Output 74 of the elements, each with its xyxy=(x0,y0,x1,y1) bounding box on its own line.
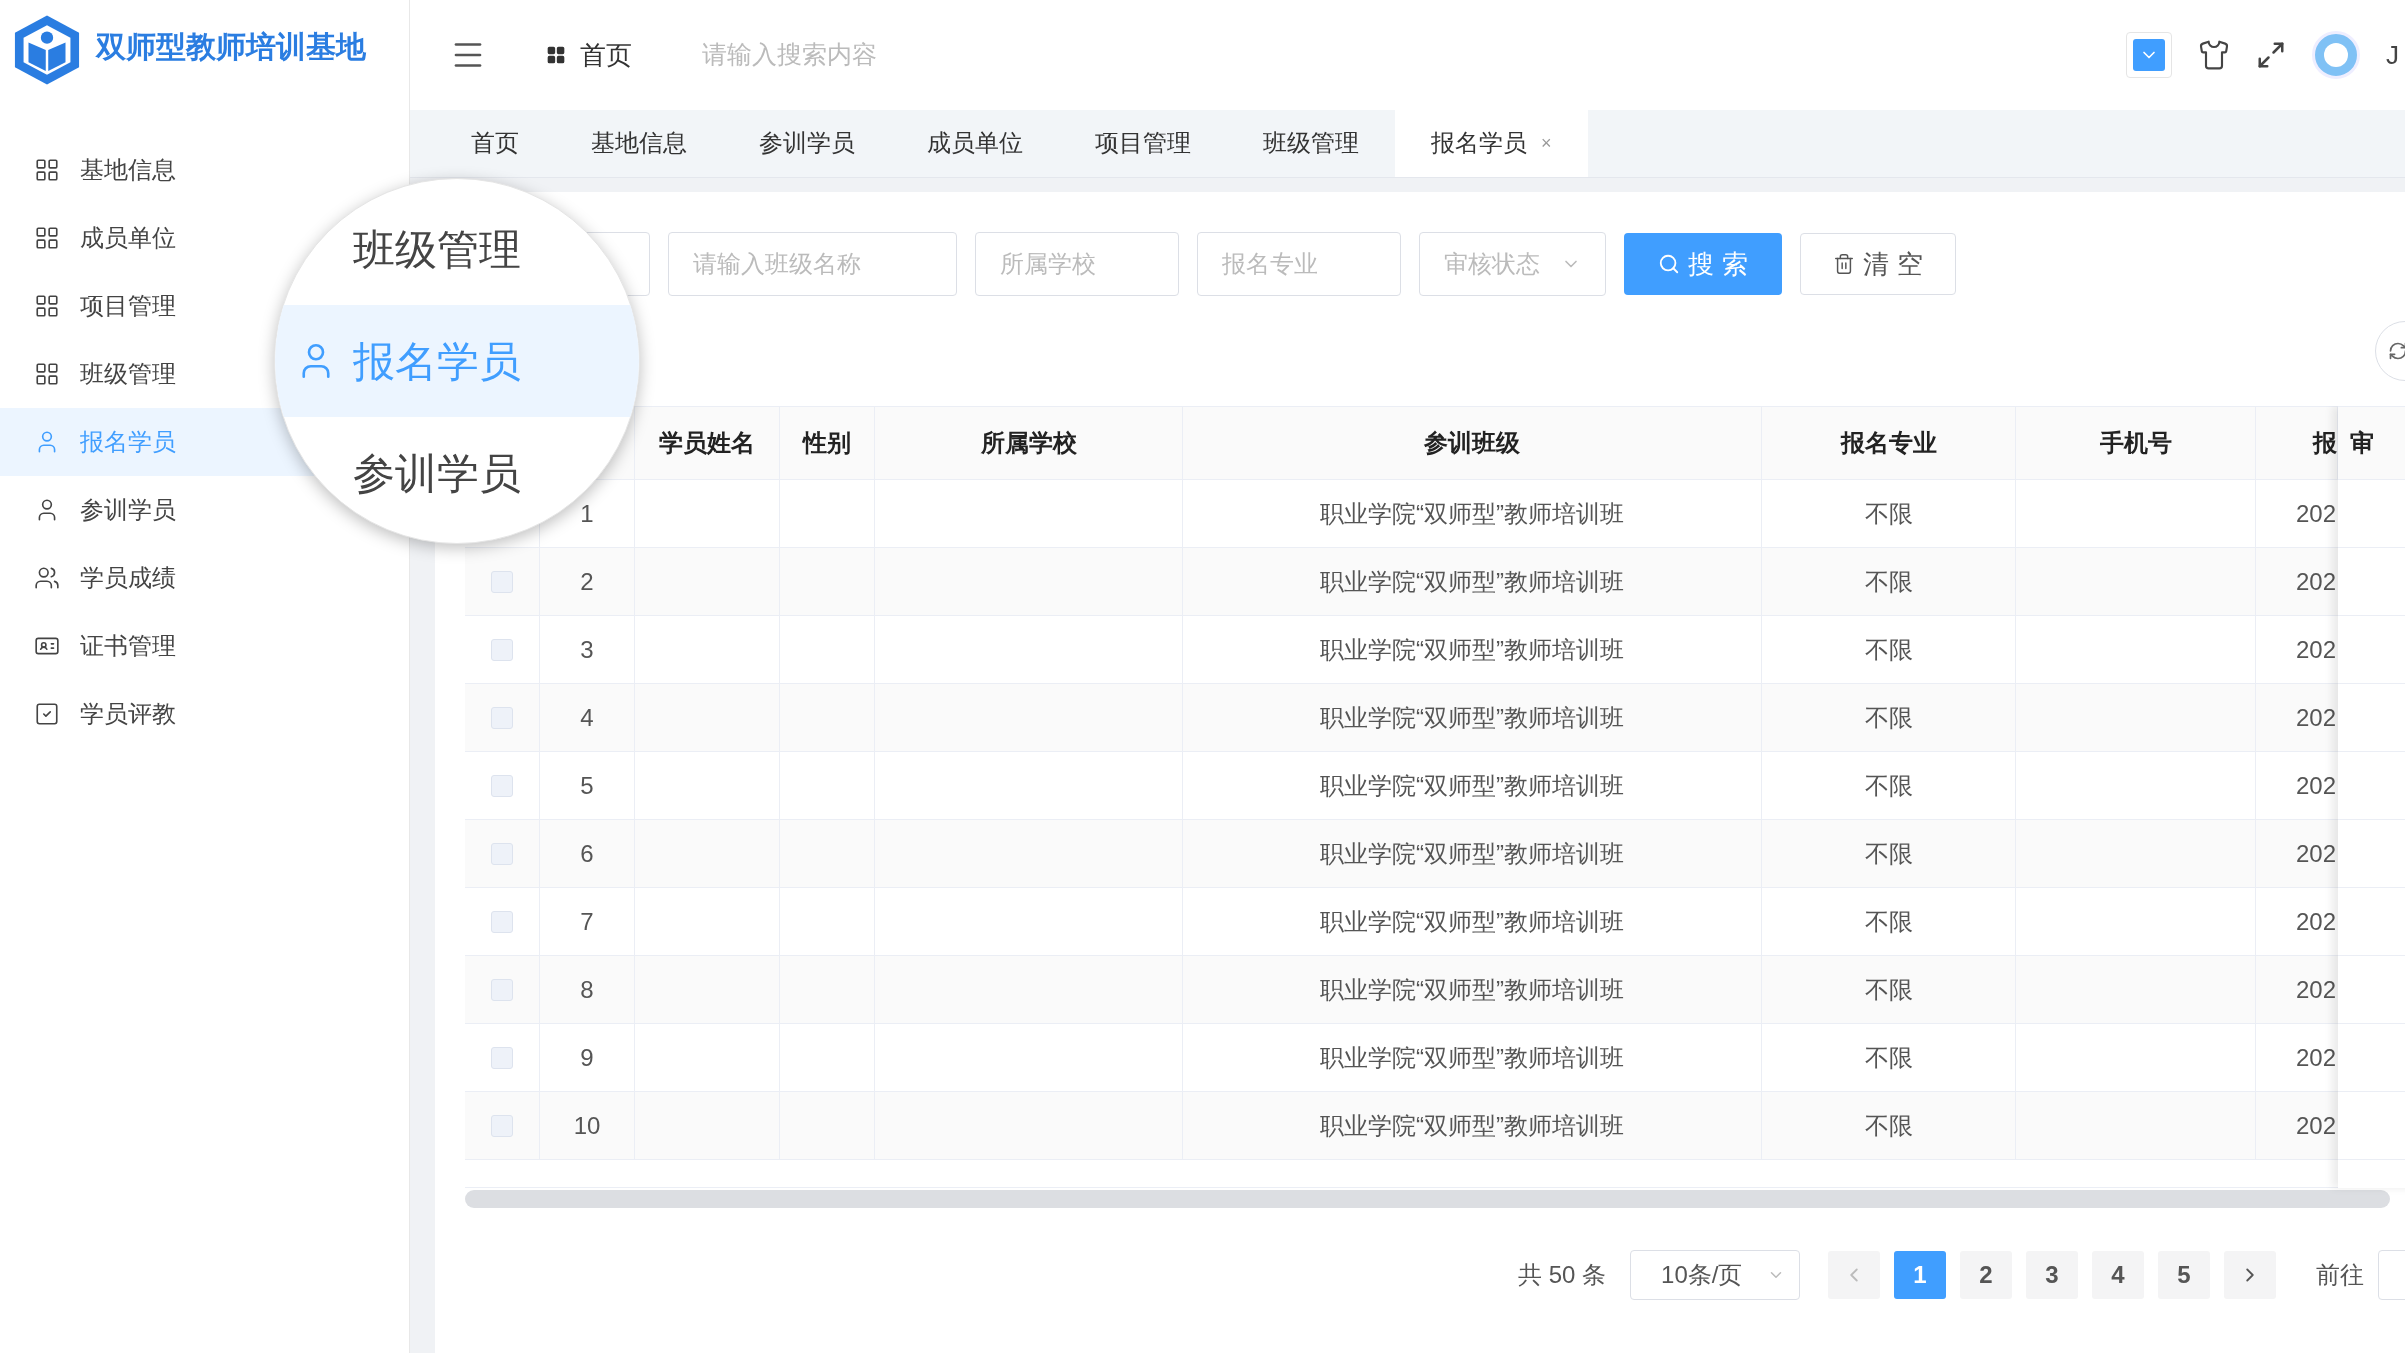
table-cell-text: 职业学院“双师型”教师培训班 xyxy=(1320,634,1624,665)
table-cell-text: 职业学院“双师型”教师培训班 xyxy=(1320,1042,1624,1073)
table-cell-text: 202 xyxy=(2295,770,2336,801)
column-header: 学员姓名 xyxy=(659,428,755,458)
table-cell-text: 职业学院“双师型”教师培训班 xyxy=(1320,838,1624,869)
table-cell-text: 202 xyxy=(2295,702,2336,733)
table-cell-text: 不限 xyxy=(1864,702,1913,733)
column-header: 手机号 xyxy=(2099,428,2172,458)
search-field[interactable]: 请输入搜索内容 xyxy=(702,36,1102,74)
tab[interactable]: 班级管理 xyxy=(1227,109,1395,177)
table-cell-text: 职业学院“双师型”教师培训班 xyxy=(1320,770,1624,801)
table-cell-text: 202 xyxy=(2295,906,2336,937)
table-cell-text: 职业学院“双师型”教师培训班 xyxy=(1320,906,1624,937)
table-cell-text: 不限 xyxy=(1864,906,1913,937)
page-size-select[interactable]: 10条/页 xyxy=(1630,1250,1801,1300)
table-cell-text: 202 xyxy=(2295,1042,2336,1073)
breadcrumb[interactable]: 首页 xyxy=(546,35,632,75)
table-cell-text: 202 xyxy=(2295,1110,2336,1141)
table-cell-text: 4 xyxy=(580,702,594,733)
table-cell-text: 2 xyxy=(580,566,594,597)
table-cell-text: 职业学院“双师型”教师培训班 xyxy=(1320,974,1624,1005)
filter-field[interactable]: 请输入班级名称 xyxy=(668,232,957,296)
sidebar-item[interactable]: 证书管理 xyxy=(0,612,409,680)
goto-label: 前往 xyxy=(2316,1260,2365,1290)
table-cell-text: 3 xyxy=(580,634,594,665)
table-cell-text: 1 xyxy=(580,498,594,529)
table-cell-text: 不限 xyxy=(1864,634,1913,665)
table-cell-text: 不限 xyxy=(1864,498,1913,529)
total-count: 共 50 条 xyxy=(1518,1260,1607,1290)
table-cell-text: 5 xyxy=(580,770,594,801)
table-cell-text: 不限 xyxy=(1864,770,1913,801)
filter-field[interactable]: 所属学校 xyxy=(975,232,1179,296)
table-cell-text: 6 xyxy=(580,838,594,869)
filter-field[interactable]: 报名专业 xyxy=(1197,232,1401,296)
table-cell-text: 职业学院“双师型”教师培训班 xyxy=(1320,498,1624,529)
table-cell-text: 不限 xyxy=(1864,974,1913,1005)
column-header: 性别 xyxy=(803,428,851,458)
column-header: 所属学校 xyxy=(980,428,1077,458)
user-name[interactable]: J xyxy=(2386,35,2399,75)
page-button[interactable]: 2 xyxy=(1960,1251,2013,1299)
table-cell-text: 10 xyxy=(573,1110,601,1141)
table-cell-text: 职业学院“双师型”教师培训班 xyxy=(1320,1110,1624,1141)
table-cell-text: 202 xyxy=(2295,634,2336,665)
column-header: 审 xyxy=(2350,428,2374,458)
table-cell-text: 不限 xyxy=(1864,566,1913,597)
page-button[interactable]: 5 xyxy=(2158,1251,2211,1299)
table-cell-text: 9 xyxy=(580,1042,594,1073)
sidebar-item[interactable]: 学员评教 xyxy=(0,680,409,748)
clear-button[interactable]: 清 空 xyxy=(1800,233,1956,295)
table-cell-text: 8 xyxy=(580,974,594,1005)
tab[interactable]: 基地信息 xyxy=(555,109,723,177)
column-header: 参训班级 xyxy=(1424,428,1520,458)
table-cell-text: 202 xyxy=(2295,838,2336,869)
sidebar-item[interactable]: 学员成绩 xyxy=(0,544,409,612)
column-header: 报 xyxy=(2313,428,2337,458)
table-cell-text: 202 xyxy=(2295,498,2336,529)
table-cell-text: 不限 xyxy=(1864,1110,1913,1141)
app-title: 双师型教师培训基地 xyxy=(96,29,366,65)
table-cell-text: 202 xyxy=(2295,566,2336,597)
table-cell-text: 202 xyxy=(2295,974,2336,1005)
page-button[interactable]: 4 xyxy=(2092,1251,2145,1299)
page-button[interactable]: 3 xyxy=(2026,1251,2079,1299)
tab[interactable]: 项目管理 xyxy=(1059,109,1227,177)
tab[interactable]: 报名学员 × xyxy=(1395,109,1588,177)
tab[interactable]: 参训学员 xyxy=(723,109,891,177)
column-header: 报名专业 xyxy=(1840,428,1937,458)
table-cell-text: 不限 xyxy=(1864,838,1913,869)
table-cell-text: 职业学院“双师型”教师培训班 xyxy=(1320,566,1624,597)
tab[interactable]: 成员单位 xyxy=(891,109,1059,177)
tab[interactable]: 首页 xyxy=(435,109,555,177)
table-cell-text: 7 xyxy=(580,906,594,937)
table-cell-text: 职业学院“双师型”教师培训班 xyxy=(1320,702,1624,733)
sidebar-item[interactable]: 基地信息 xyxy=(0,136,409,204)
table-cell-text: 不限 xyxy=(1864,1042,1913,1073)
